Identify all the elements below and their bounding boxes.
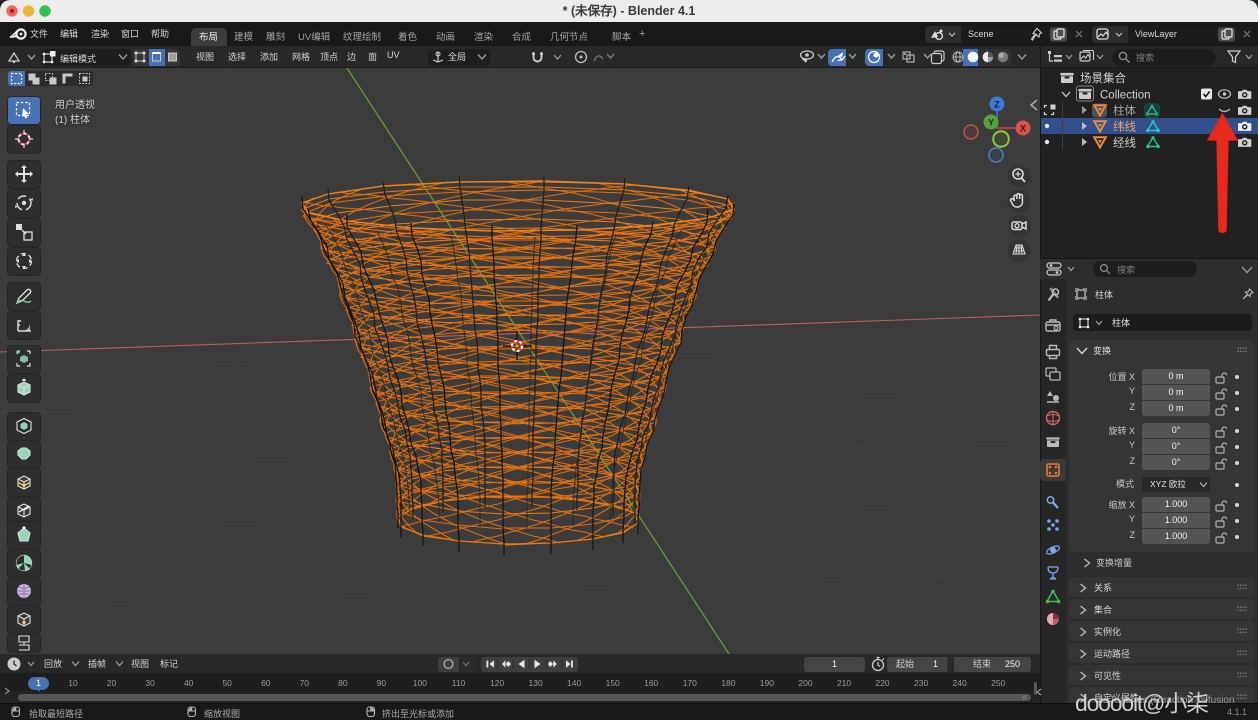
svg-text:60: 60 bbox=[261, 678, 271, 688]
svg-text:150: 150 bbox=[606, 678, 620, 688]
svg-text:80: 80 bbox=[338, 678, 348, 688]
svg-text:110: 110 bbox=[452, 678, 466, 688]
svg-text:20: 20 bbox=[107, 678, 117, 688]
svg-text:200: 200 bbox=[798, 678, 812, 688]
svg-text:160: 160 bbox=[644, 678, 658, 688]
svg-text:90: 90 bbox=[377, 678, 387, 688]
svg-text:210: 210 bbox=[837, 678, 851, 688]
svg-text:170: 170 bbox=[683, 678, 697, 688]
svg-text:经线: 经线 bbox=[1113, 136, 1136, 150]
svg-text:柱体: 柱体 bbox=[1113, 104, 1136, 118]
svg-text:120: 120 bbox=[490, 678, 504, 688]
svg-text:220: 220 bbox=[875, 678, 889, 688]
svg-text:240: 240 bbox=[953, 678, 967, 688]
svg-text:Y: Y bbox=[988, 118, 994, 128]
svg-text:10: 10 bbox=[68, 678, 78, 688]
svg-text:100: 100 bbox=[413, 678, 427, 688]
svg-text:X: X bbox=[1020, 124, 1026, 134]
svg-text:30: 30 bbox=[145, 678, 155, 688]
svg-text:50: 50 bbox=[222, 678, 232, 688]
svg-text:纬线: 纬线 bbox=[1113, 120, 1136, 134]
svg-text:场景集合: 场景集合 bbox=[1080, 71, 1126, 85]
svg-text:40: 40 bbox=[184, 678, 194, 688]
svg-text:Collection: Collection bbox=[1100, 90, 1151, 102]
svg-text:180: 180 bbox=[721, 678, 735, 688]
svg-text:190: 190 bbox=[760, 678, 774, 688]
svg-text:70: 70 bbox=[300, 678, 310, 688]
svg-text:230: 230 bbox=[914, 678, 928, 688]
svg-text:130: 130 bbox=[529, 678, 543, 688]
svg-text:140: 140 bbox=[567, 678, 581, 688]
svg-text:Z: Z bbox=[994, 100, 1000, 110]
svg-text:250: 250 bbox=[991, 678, 1005, 688]
